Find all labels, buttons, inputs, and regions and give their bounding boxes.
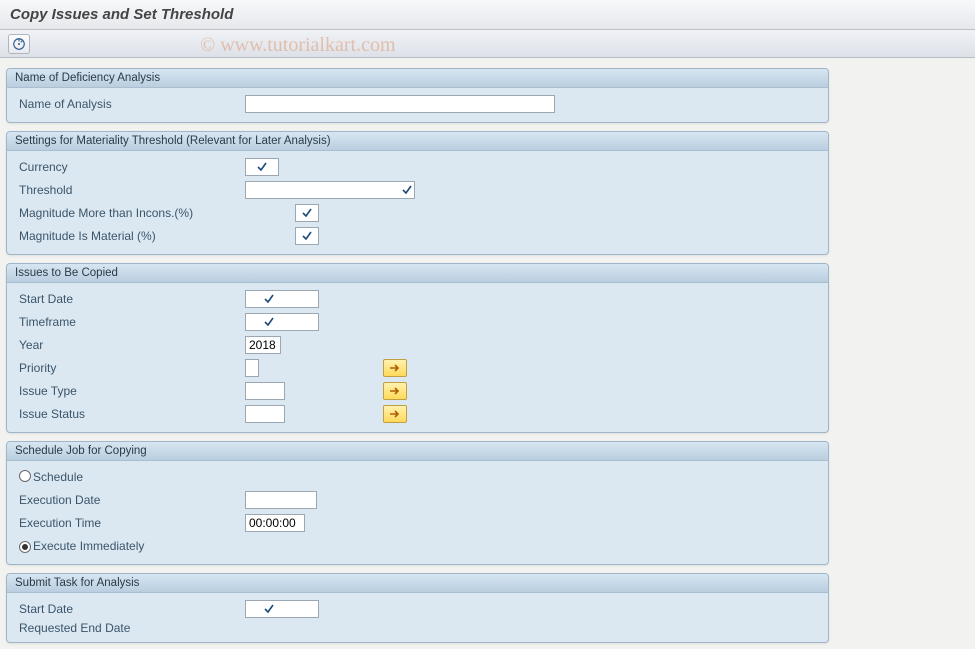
toolbar <box>0 30 975 58</box>
priority-multiselect-button[interactable] <box>383 359 407 377</box>
arrow-right-icon <box>389 363 401 373</box>
label-exec-now: Execute Immediately <box>29 539 245 553</box>
label-issue-type: Issue Type <box>15 384 245 398</box>
group-materiality-threshold: Settings for Materiality Threshold (Rele… <box>6 131 829 255</box>
arrow-right-icon <box>389 386 401 396</box>
group-header: Submit Task for Analysis <box>7 574 828 593</box>
title-bar: Copy Issues and Set Threshold <box>0 0 975 30</box>
required-icon <box>264 317 274 327</box>
execute-button[interactable] <box>8 34 30 54</box>
required-icon <box>302 208 312 218</box>
threshold-input[interactable] <box>245 181 415 199</box>
content-area: Name of Deficiency Analysis Name of Anal… <box>0 58 835 649</box>
label-start-date-2: Start Date <box>15 602 245 616</box>
label-priority: Priority <box>15 361 245 375</box>
timeframe-input[interactable] <box>245 313 319 331</box>
label-issue-status: Issue Status <box>15 407 245 421</box>
required-icon <box>257 162 267 172</box>
label-magnitude-material: Magnitude Is Material (%) <box>15 229 245 243</box>
group-header: Issues to Be Copied <box>7 264 828 283</box>
execute-immediately-radio-row[interactable]: Execute Immediately <box>15 535 820 557</box>
issue-status-multiselect-button[interactable] <box>383 405 407 423</box>
group-header: Settings for Materiality Threshold (Rele… <box>7 132 828 151</box>
required-icon <box>402 185 412 195</box>
year-input[interactable] <box>245 336 281 354</box>
label-name-of-analysis: Name of Analysis <box>15 97 245 111</box>
priority-input[interactable] <box>245 359 259 377</box>
label-currency: Currency <box>15 160 245 174</box>
execution-date-input[interactable] <box>245 491 317 509</box>
issue-type-multiselect-button[interactable] <box>383 382 407 400</box>
label-magnitude-more: Magnitude More than Incons.(%) <box>15 206 245 220</box>
magnitude-more-input[interactable] <box>295 204 319 222</box>
arrow-right-icon <box>389 409 401 419</box>
required-icon <box>264 604 274 614</box>
issue-type-input[interactable] <box>245 382 285 400</box>
group-deficiency-analysis: Name of Deficiency Analysis Name of Anal… <box>6 68 829 123</box>
execute-icon <box>12 37 26 51</box>
submit-start-date-input[interactable] <box>245 600 319 618</box>
execution-time-input[interactable] <box>245 514 305 532</box>
group-header: Schedule Job for Copying <box>7 442 828 461</box>
group-schedule-job: Schedule Job for Copying Schedule Execut… <box>6 441 829 565</box>
group-header: Name of Deficiency Analysis <box>7 69 828 88</box>
schedule-radio-row[interactable]: Schedule <box>15 466 820 488</box>
required-icon <box>302 231 312 241</box>
label-threshold: Threshold <box>15 183 245 197</box>
label-schedule: Schedule <box>29 470 245 484</box>
start-date-input[interactable] <box>245 290 319 308</box>
page-title: Copy Issues and Set Threshold <box>10 6 233 23</box>
group-submit-task: Submit Task for Analysis Start Date Requ… <box>6 573 829 643</box>
currency-input[interactable] <box>245 158 279 176</box>
name-of-analysis-input[interactable] <box>245 95 555 113</box>
label-requested-end-date: Requested End Date <box>15 621 245 635</box>
label-timeframe: Timeframe <box>15 315 245 329</box>
label-start-date: Start Date <box>15 292 245 306</box>
label-exec-date: Execution Date <box>15 493 245 507</box>
required-icon <box>264 294 274 304</box>
issue-status-input[interactable] <box>245 405 285 423</box>
label-exec-time: Execution Time <box>15 516 245 530</box>
group-issues-to-copy: Issues to Be Copied Start Date Timeframe <box>6 263 829 433</box>
label-year: Year <box>15 338 245 352</box>
magnitude-material-input[interactable] <box>295 227 319 245</box>
